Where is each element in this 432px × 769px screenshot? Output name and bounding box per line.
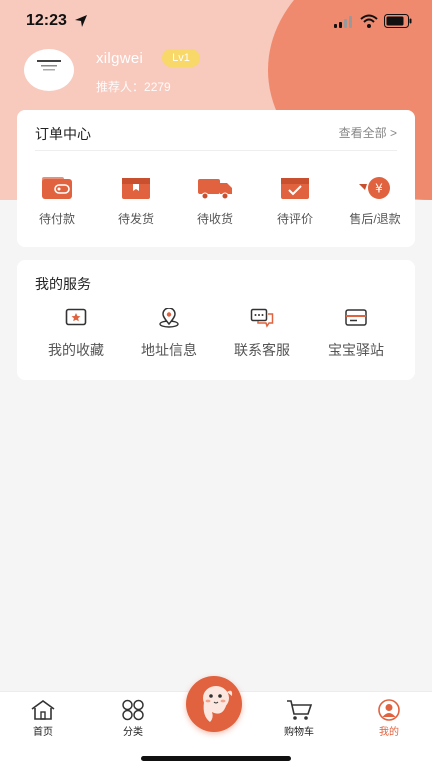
order-pending-shipment[interactable]: 待发货: [96, 176, 176, 236]
tab-label: 购物车: [284, 727, 314, 738]
tab-label: 分类: [123, 727, 143, 738]
my-services-card: 我的服务 我的收藏 地址信息 联系客服 宝宝驿站: [17, 260, 415, 380]
order-center-title: 订单中心: [35, 126, 91, 142]
tab-label: 首页: [33, 727, 53, 738]
mascot-center-button[interactable]: [186, 676, 242, 732]
location-arrow-icon: [75, 15, 87, 27]
yuan-symbol: ¥: [375, 182, 383, 196]
order-center-header: 订单中心 查看全部 >: [35, 110, 397, 151]
tab-mine[interactable]: 我的: [346, 692, 432, 742]
review-checkbox-icon: [281, 178, 309, 199]
wifi-icon: [360, 14, 378, 28]
order-status-row: 待付款 待发货 待收货 待评价 ¥ 售后/退款: [17, 176, 415, 236]
service-baby-station[interactable]: 宝宝驿站: [308, 308, 404, 368]
card-station-icon: [345, 309, 367, 326]
tab-label: 我的: [379, 727, 399, 738]
delivery-truck-icon: [198, 179, 232, 200]
status-time: 12:23: [26, 12, 67, 29]
package-box-icon: [122, 178, 150, 199]
status-bar: 12:23: [0, 0, 432, 44]
order-pending-payment[interactable]: 待付款: [17, 176, 97, 236]
location-pin-icon: [159, 308, 179, 328]
service-label: 联系客服: [234, 342, 290, 358]
wallet-icon: [42, 177, 72, 199]
cellular-signal-icon: [334, 16, 352, 28]
order-status-label: 待评价: [276, 212, 313, 226]
home-indicator: [141, 756, 291, 761]
order-status-label: 待付款: [38, 212, 75, 226]
view-all-orders-link[interactable]: 查看全部 >: [339, 124, 397, 141]
chat-bubbles-icon: [250, 308, 274, 328]
profile-icon: [378, 699, 400, 721]
favorites-star-icon: [65, 308, 87, 326]
level-badge: Lv1: [162, 49, 200, 67]
shopping-cart-icon: [287, 700, 313, 720]
username: xilgwei: [96, 50, 144, 67]
order-pending-review[interactable]: 待评价: [255, 176, 335, 236]
order-status-label: 待收货: [196, 212, 233, 226]
avatar[interactable]: [24, 49, 74, 91]
mascot-center-icon: [203, 686, 233, 722]
service-label: 地址信息: [141, 342, 197, 358]
refund-yuan-icon: ¥: [359, 177, 390, 199]
referrer-info: 推荐人：2279: [96, 78, 171, 95]
referrer-label: 推荐人：: [96, 80, 145, 94]
tab-cart[interactable]: 购物车: [256, 692, 342, 742]
order-status-label: 售后/退款: [349, 212, 401, 226]
tab-home[interactable]: 首页: [0, 692, 86, 742]
avatar-image: [37, 60, 61, 71]
category-grid-icon: [122, 699, 144, 721]
order-pending-receipt[interactable]: 待收货: [175, 176, 255, 236]
service-label: 我的收藏: [48, 342, 104, 358]
order-center-card: 订单中心 查看全部 > 待付款 待发货 待收货 待评价 ¥ 售后/退款: [17, 110, 415, 247]
service-address[interactable]: 地址信息: [121, 308, 217, 368]
service-favorites[interactable]: 我的收藏: [28, 308, 124, 368]
service-customer-support[interactable]: 联系客服: [214, 308, 310, 368]
service-label: 宝宝驿站: [328, 342, 384, 358]
my-services-title: 我的服务: [35, 276, 91, 292]
order-status-label: 待发货: [117, 212, 154, 226]
referrer-id: 2279: [144, 80, 171, 94]
order-after-sales-refund[interactable]: ¥ 售后/退款: [335, 176, 415, 236]
home-icon: [31, 700, 55, 720]
battery-icon: [384, 14, 412, 28]
tab-category[interactable]: 分类: [90, 692, 176, 742]
